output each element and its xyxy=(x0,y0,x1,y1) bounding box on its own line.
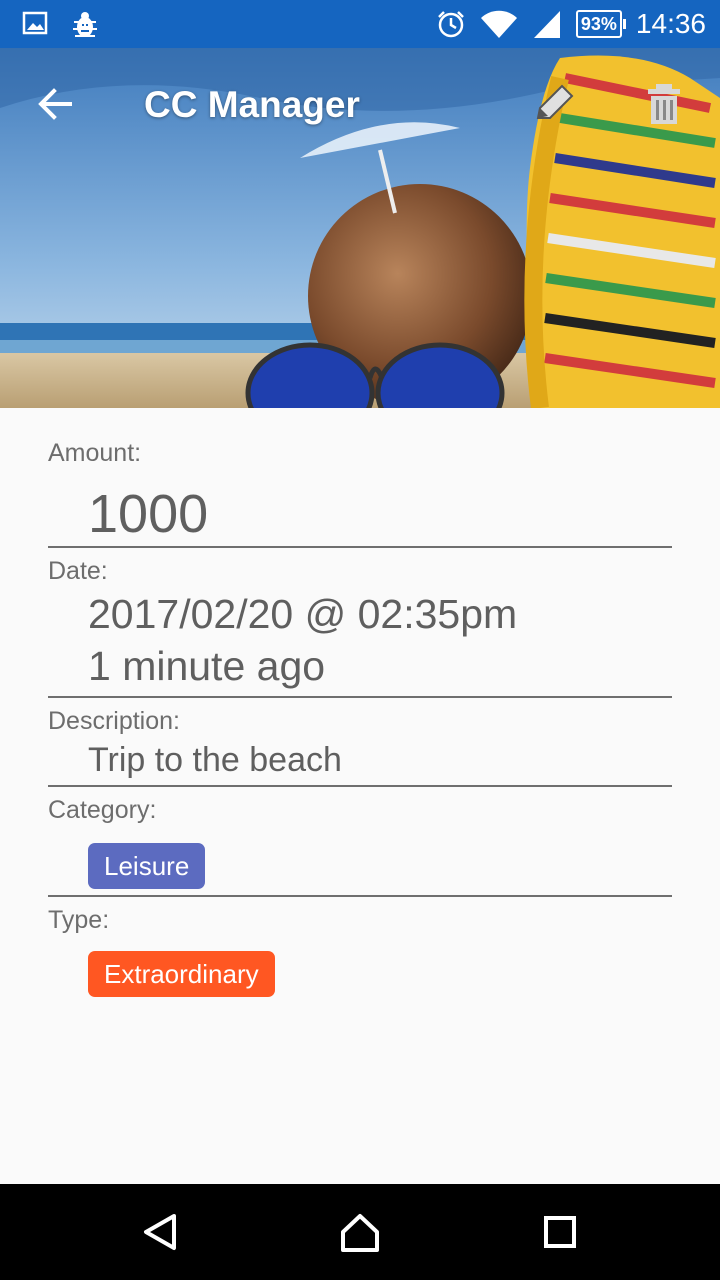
page-title: CC Manager xyxy=(144,84,360,125)
amount-label: Amount: xyxy=(48,439,142,467)
date-label: Date: xyxy=(48,557,108,585)
clock: 14:36 xyxy=(635,8,706,39)
type-label: Type: xyxy=(48,906,110,934)
amount-field: Amount: 1000 xyxy=(48,408,672,548)
date-value: 2017/02/20 @ 02:35pm xyxy=(88,591,518,637)
description-field: Description: Trip to the beach xyxy=(48,698,672,787)
recents-square-icon[interactable] xyxy=(538,1210,582,1254)
gallery-icon xyxy=(22,11,48,35)
edit-pencil-icon[interactable] xyxy=(530,80,578,128)
back-arrow-icon[interactable] xyxy=(34,82,78,126)
type-field: Type: Extraordinary xyxy=(48,897,672,1007)
date-field: Date: 2017/02/20 @ 02:35pm 1 minute ago xyxy=(48,548,672,698)
signal-icon xyxy=(533,11,560,38)
wifi-icon xyxy=(480,10,517,38)
category-tag[interactable]: Leisure xyxy=(88,843,206,889)
navigation-bar xyxy=(0,1184,720,1280)
header-image: CC Manager xyxy=(0,48,720,408)
bug-icon xyxy=(73,12,97,37)
date-relative: 1 minute ago xyxy=(88,643,326,689)
status-bar: 93% 14:36 xyxy=(0,0,720,48)
type-tag[interactable]: Extraordinary xyxy=(88,951,275,997)
trash-icon[interactable] xyxy=(640,80,688,128)
toolbar: CC Manager xyxy=(0,48,720,160)
back-triangle-icon[interactable] xyxy=(138,1210,182,1254)
category-label: Category: xyxy=(48,796,157,824)
description-label: Description: xyxy=(48,707,180,735)
battery-icon: 93% xyxy=(575,10,626,38)
category-field: Category: Leisure xyxy=(48,787,672,897)
description-value: Trip to the beach xyxy=(88,741,342,779)
alarm-icon xyxy=(438,11,464,38)
amount-value: 1000 xyxy=(88,484,209,544)
home-icon[interactable] xyxy=(338,1210,382,1254)
transaction-details: Amount: 1000 Date: 2017/02/20 @ 02:35pm … xyxy=(48,408,672,1007)
